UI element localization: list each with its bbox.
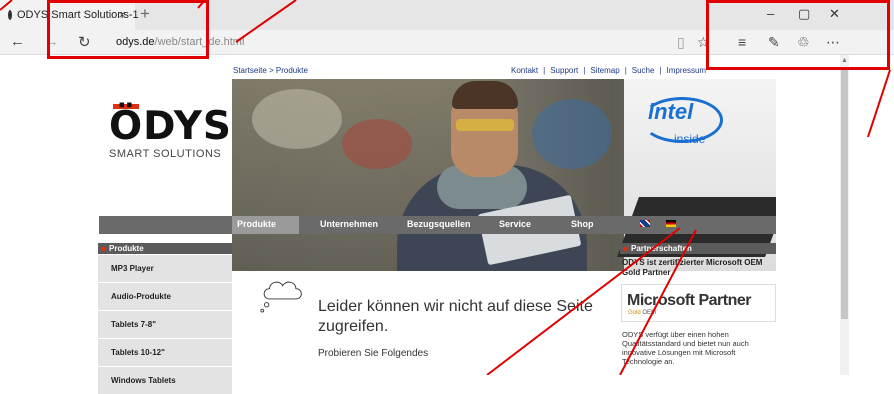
separator: | [624, 66, 627, 75]
error-title: Leider können wir nicht auf diese Seite … [318, 298, 593, 335]
logo[interactable]: ÖDYS [109, 104, 232, 149]
sidebar-item-tablets-10-12[interactable]: Tablets 10-12" [98, 338, 232, 366]
partner-panel: Partnerschaften ODYS ist zertifizierter … [620, 243, 776, 366]
separator: | [583, 66, 586, 75]
sidebar-item-windows-tablets[interactable]: Windows Tablets [98, 366, 232, 394]
sidebar-item-audio[interactable]: Audio-Produkte [98, 282, 232, 310]
breadcrumb[interactable]: Startseite > Produkte [233, 66, 308, 75]
back-icon[interactable]: ← [10, 33, 25, 50]
menu-shop[interactable]: Shop [571, 219, 594, 229]
partner-claim: ODYS ist zertifizierter Microsoft OEM Go… [622, 258, 763, 277]
sidebar-item-mp3[interactable]: MP3 Player [98, 254, 232, 282]
sidebar-heading: Produkte [98, 243, 232, 254]
product-sidebar: Produkte MP3 Player Audio-Produkte Table… [98, 243, 232, 394]
separator: | [659, 66, 662, 75]
microsoft-partner-logo[interactable]: Microsoft Partner Gold OEM [621, 284, 776, 322]
intel-logo: intel [648, 99, 694, 124]
partner-heading: Partnerschaften [620, 243, 776, 254]
link-suche[interactable]: Suche [632, 66, 655, 75]
separator: | [543, 66, 546, 75]
menu-produkte[interactable]: Produkte [237, 219, 276, 229]
english-flag-icon[interactable] [640, 220, 650, 227]
logo-tagline: SMART SOLUTIONS [109, 148, 222, 160]
annotation-box-tab [47, 0, 209, 59]
graffiti-blob [532, 99, 612, 169]
menu-service[interactable]: Service [499, 219, 531, 229]
link-support[interactable]: Support [550, 66, 578, 75]
menu-bezugsquellen[interactable]: Bezugsquellen [407, 219, 471, 229]
graffiti-blob [342, 119, 412, 169]
link-kontakt[interactable]: Kontakt [511, 66, 538, 75]
error-subtitle: Probieren Sie Folgendes [318, 348, 429, 359]
graffiti-blob [252, 89, 342, 149]
person-glasses [456, 119, 514, 131]
link-impressum[interactable]: Impressum [667, 66, 707, 75]
ms-partner-name: Microsoft Partner [627, 292, 751, 309]
scrollbar-thumb[interactable] [841, 69, 848, 319]
german-flag-icon[interactable] [666, 220, 676, 227]
person-hair [452, 81, 518, 109]
favicon-icon [8, 10, 12, 20]
reading-view-icon[interactable]: ▯ [677, 34, 685, 51]
partner-description: ODYS verfügt über einen hohen Qualitätss… [622, 330, 749, 366]
intel-inside-label: inside [674, 132, 706, 146]
menu-unternehmen[interactable]: Unternehmen [320, 219, 378, 229]
annotation-box-window-controls [706, 0, 890, 70]
ms-partner-tier: Gold OEM [628, 310, 657, 316]
scrollbar[interactable]: ▲ [840, 55, 849, 375]
top-links: Kontakt | Support | Sitemap | Suche | Im… [511, 66, 706, 75]
link-sitemap[interactable]: Sitemap [590, 66, 619, 75]
sidebar-item-tablets-7-8[interactable]: Tablets 7-8" [98, 310, 232, 338]
cloud-icon [260, 281, 302, 313]
